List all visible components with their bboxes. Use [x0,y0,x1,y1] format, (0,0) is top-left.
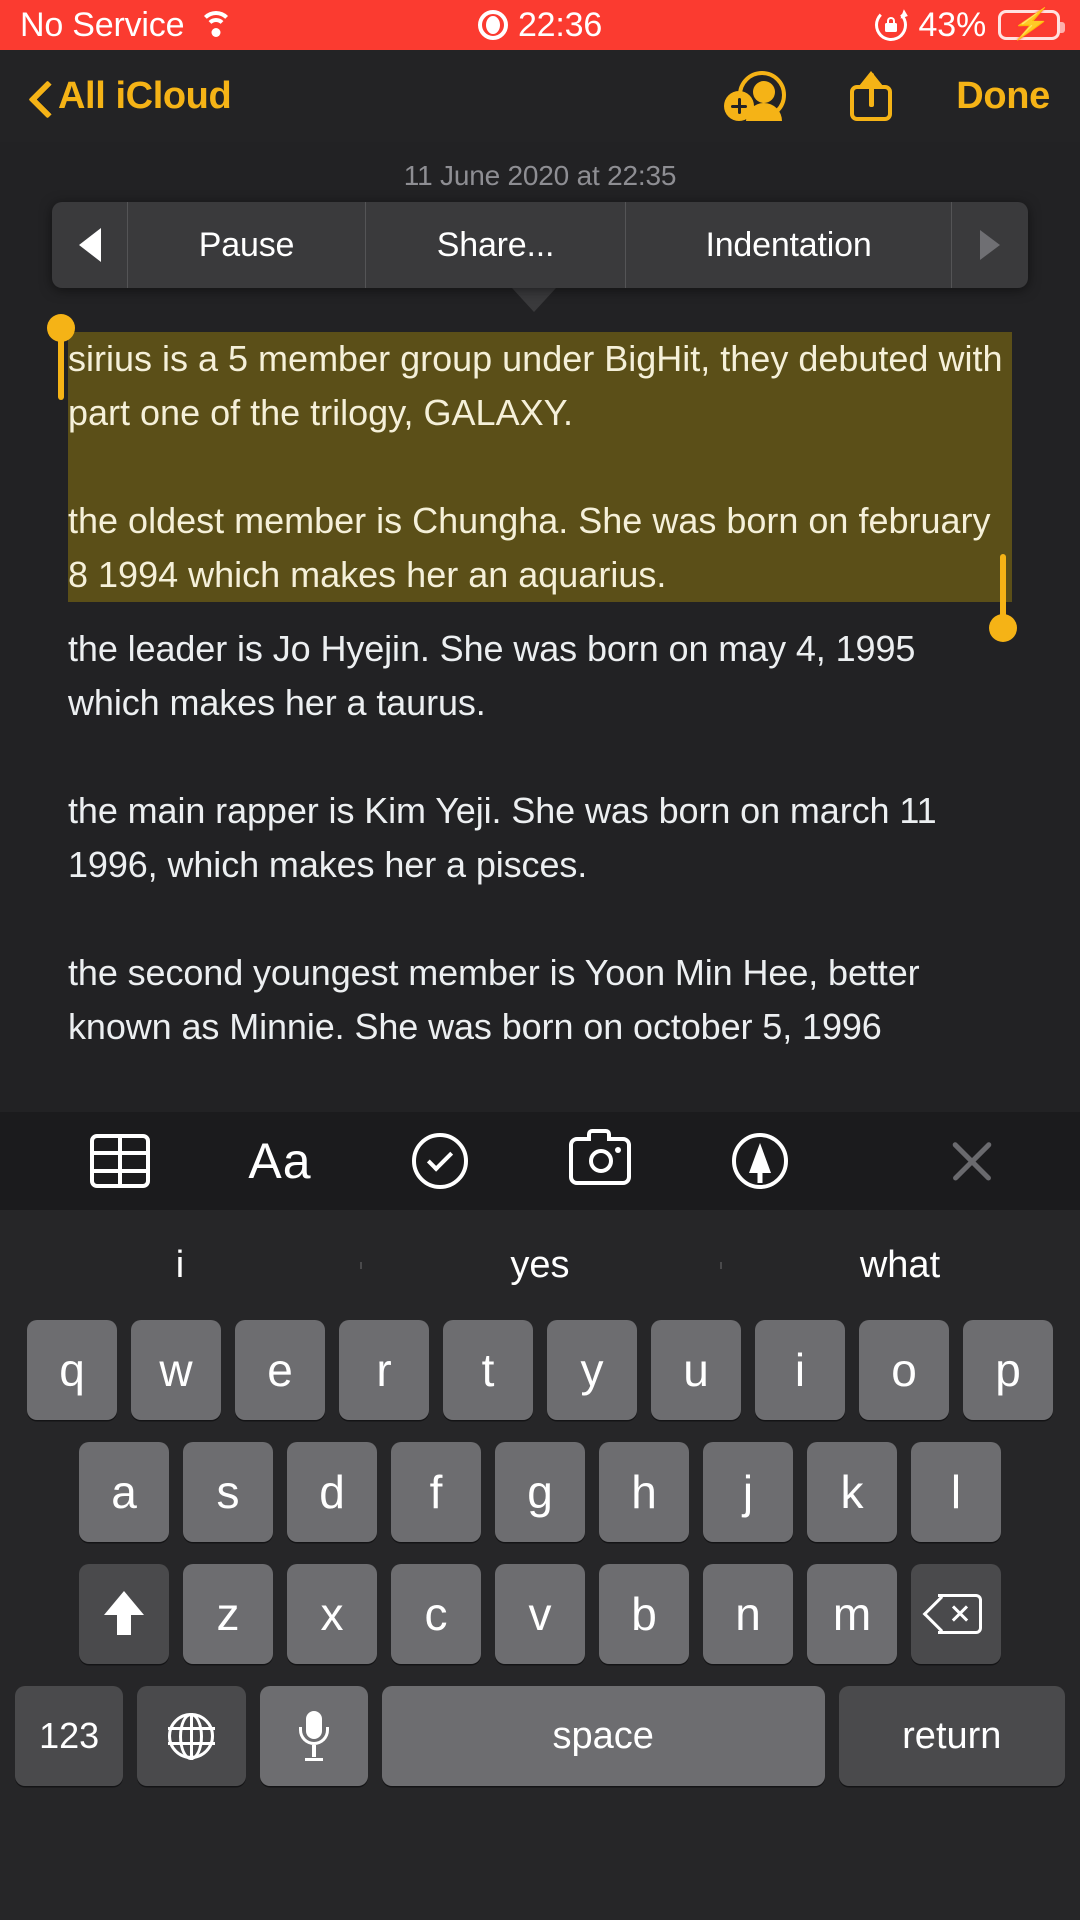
prediction-item[interactable]: what [720,1244,1080,1287]
status-bar-right: 43% ⚡ [874,0,1065,50]
key-j[interactable]: j [703,1442,793,1542]
key-f[interactable]: f [391,1442,481,1542]
add-person-icon[interactable] [724,65,787,127]
space-key[interactable]: space [381,1686,825,1786]
checklist-icon [412,1133,468,1189]
return-key[interactable]: return [838,1686,1065,1786]
navigation-bar: All iCloud Done [0,50,1080,142]
table-button[interactable] [40,1134,200,1188]
key-p[interactable]: p [963,1320,1053,1420]
edit-menu-label: Pause [198,225,295,264]
key-c[interactable]: c [391,1564,481,1664]
record-icon [477,10,508,40]
edit-menu-prev-button[interactable] [52,202,128,288]
shift-icon [104,1591,144,1637]
chevron-left-icon [28,84,52,108]
text-format-button[interactable]: Aa [200,1132,360,1190]
key-l[interactable]: l [911,1442,1001,1542]
on-screen-keyboard: i yes what q w e r t y u i o p a s d f g… [0,1210,1080,1920]
prediction-item[interactable]: yes [360,1244,720,1287]
key-n[interactable]: n [703,1564,793,1664]
note-date-label: 11 June 2020 at 22:35 [403,160,677,191]
navigation-bar-actions: Done [724,50,1080,142]
key-e[interactable]: e [235,1320,325,1420]
rotation-lock-icon [874,9,910,41]
edit-menu-next-button[interactable] [952,202,1028,288]
key-r[interactable]: r [339,1320,429,1420]
key-k[interactable]: k [807,1442,897,1542]
edit-menu-pointer [512,288,556,312]
prediction-item[interactable]: i [0,1244,360,1287]
selected-text-block[interactable]: sirius is a 5 member group under BigHit,… [68,332,1012,602]
close-icon[interactable] [946,1135,998,1187]
edit-menu-label: Indentation [705,225,872,264]
key-z[interactable]: z [183,1564,273,1664]
keyboard-row-2: a s d f g h j k l [0,1442,1080,1542]
key-h[interactable]: h [599,1442,689,1542]
edit-menu-item-share[interactable]: Share... [366,202,626,288]
backspace-icon [922,1594,982,1634]
text-edit-menu: Pause Share... Indentation [52,202,1028,288]
key-b[interactable]: b [599,1564,689,1664]
key-i[interactable]: i [755,1320,845,1420]
format-toolbar: Aa [0,1112,1080,1210]
note-paragraph: the leader is Jo Hyejin. She was born on… [68,628,916,723]
key-o[interactable]: o [859,1320,949,1420]
key-d[interactable]: d [287,1442,377,1542]
key-a[interactable]: a [79,1442,169,1542]
predictive-text-bar: i yes what [0,1210,1080,1320]
key-y[interactable]: y [547,1320,637,1420]
shift-key[interactable] [79,1564,169,1664]
edit-menu-item-pause[interactable]: Pause [128,202,366,288]
selected-paragraph: the oldest member is Chungha. She was bo… [68,500,991,595]
key-s[interactable]: s [183,1442,273,1542]
key-g[interactable]: g [495,1442,585,1542]
battery-charging-icon: ⚡ [998,10,1065,40]
selected-paragraph: sirius is a 5 member group under BigHit,… [68,338,1003,433]
keyboard-row-1: q w e r t y u i o p [0,1320,1080,1420]
key-m[interactable]: m [807,1564,897,1664]
note-paragraph: the main rapper is Kim Yeji. She was bor… [68,790,937,885]
status-bar: No Service 22:36 43% ⚡ [0,0,1080,50]
note-body-text[interactable]: the leader is Jo Hyejin. She was born on… [0,622,1080,1108]
keyboard-row-4: 123 space return [0,1686,1080,1786]
back-button[interactable]: All iCloud [28,74,232,118]
key-t[interactable]: t [443,1320,533,1420]
back-button-label: All iCloud [58,74,232,117]
share-icon[interactable] [840,65,902,127]
key-v[interactable]: v [495,1564,585,1664]
key-w[interactable]: w [131,1320,221,1420]
triangle-right-icon [980,230,1000,260]
key-u[interactable]: u [651,1320,741,1420]
camera-button[interactable] [520,1129,680,1185]
key-q[interactable]: q [27,1320,117,1420]
microphone-icon [298,1711,329,1761]
backspace-key[interactable] [911,1564,1001,1664]
checklist-button[interactable] [360,1133,520,1189]
edit-menu-item-indentation[interactable]: Indentation [626,202,952,288]
edit-menu-label: Share... [436,225,555,264]
note-paragraph: the second youngest member is Yoon Min H… [68,952,920,1047]
dictation-key[interactable] [259,1686,368,1786]
triangle-left-icon [78,228,101,262]
camera-icon [569,1129,631,1185]
markup-pen-icon [732,1133,788,1189]
key-x[interactable]: x [287,1564,377,1664]
table-icon [90,1134,150,1188]
numbers-key[interactable]: 123 [15,1686,124,1786]
done-button[interactable]: Done [956,75,1050,118]
battery-percent-label: 43% [918,5,987,44]
keyboard-row-3: z x c v b n m [0,1564,1080,1664]
globe-key[interactable] [137,1686,246,1786]
phone-screen: No Service 22:36 43% ⚡ All iCloud Done 1… [0,0,1080,1920]
clock-label: 22:36 [517,5,603,44]
markup-button[interactable] [680,1133,840,1189]
text-format-icon: Aa [248,1133,312,1189]
globe-icon [167,1712,215,1760]
